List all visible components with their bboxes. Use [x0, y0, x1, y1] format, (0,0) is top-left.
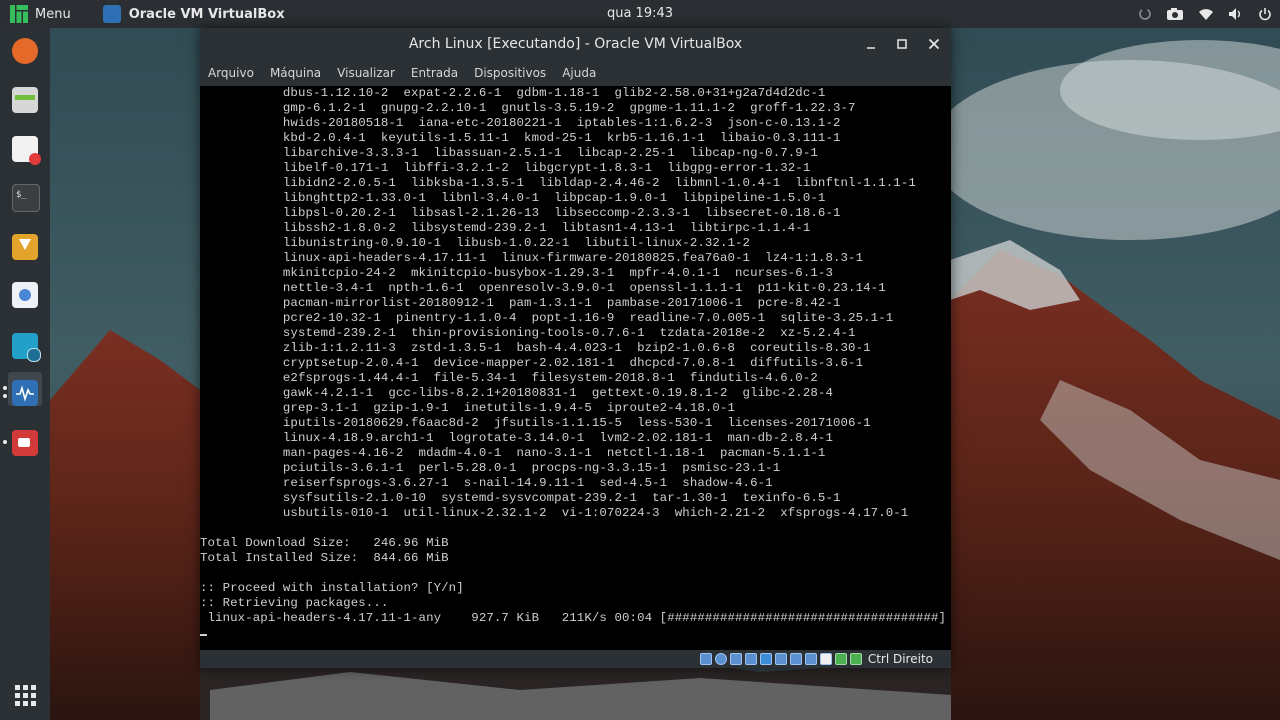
maximize-button[interactable]	[892, 34, 912, 54]
terminal-line: libpsl-0.20.2-1 libsasl-2.1.26-13 libsec…	[200, 206, 841, 220]
wifi-icon[interactable]	[1198, 7, 1214, 21]
terminal-line: libssh2-1.8.0-2 libsystemd-239.2-1 libta…	[200, 221, 811, 235]
volume-icon[interactable]	[1228, 7, 1244, 21]
host-key-label: Ctrl Direito	[867, 652, 933, 666]
hard-disk-icon[interactable]	[699, 653, 712, 665]
file-manager-icon[interactable]	[12, 87, 38, 113]
menu-visualizar[interactable]: Visualizar	[329, 66, 403, 80]
menu-label: Menu	[35, 6, 71, 22]
network-icon[interactable]	[744, 653, 757, 665]
text-editor-icon[interactable]	[12, 136, 41, 165]
terminal-icon[interactable]: $_	[12, 184, 40, 212]
audio-icon[interactable]	[729, 653, 742, 665]
manjaro-logo-icon	[10, 5, 28, 23]
terminal-line: reiserfsprogs-3.6.27-1 s-nail-14.9.11-1 …	[200, 476, 773, 490]
terminal-line: e2fsprogs-1.44.4-1 file-5.34-1 filesyste…	[200, 371, 818, 385]
taskbar-label: Oracle VM VirtualBox	[128, 6, 285, 22]
terminal-line: Total Download Size: 246.96 MiB	[200, 536, 449, 550]
terminal-line: cryptsetup-2.0.4-1 device-mapper-2.02.18…	[200, 356, 864, 370]
usb-icon[interactable]	[759, 653, 772, 665]
terminal-line: libunistring-0.9.10-1 libusb-1.0.22-1 li…	[200, 236, 751, 250]
maximize-icon	[897, 39, 907, 49]
running-indicator	[3, 394, 7, 398]
terminal-line: nettle-3.4-1 npth-1.6-1 openresolv-3.9.0…	[200, 281, 886, 295]
optical-drive-icon[interactable]	[714, 653, 727, 665]
video-capture-icon[interactable]	[804, 653, 817, 665]
top-panel: Menu Oracle VM VirtualBox qua 19:43	[0, 0, 1280, 28]
terminal-line: zlib-1:1.2.11-3 zstd-1.3.5-1 bash-4.4.02…	[200, 341, 871, 355]
system-tray	[1138, 0, 1272, 28]
display-icon[interactable]	[789, 653, 802, 665]
minimize-button[interactable]	[861, 34, 881, 54]
minimize-icon	[867, 47, 875, 49]
terminal-line: man-pages-4.16-2 mdadm-4.0-1 nano-3.1-1 …	[200, 446, 826, 460]
running-indicator	[3, 440, 7, 444]
terminal-line: sysfsutils-2.1.0-10 systemd-sysvcompat-2…	[200, 491, 841, 505]
screenshot-icon[interactable]	[12, 333, 41, 362]
terminal-line: linux-api-headers-4.17.11-1 linux-firmwa…	[200, 251, 864, 265]
terminal-line: pcre2-10.32-1 pinentry-1.1.0-4 popt-1.16…	[200, 311, 894, 325]
terminal-line: :: Proceed with installation? [Y/n]	[200, 581, 464, 595]
menu-dispositivos[interactable]: Dispositivos	[466, 66, 554, 80]
terminal-line: grep-3.1-1 gzip-1.9-1 inetutils-1.9.4-5 …	[200, 401, 736, 415]
terminal-line: linux-4.18.9.arch1-1 logrotate-3.14.0-1 …	[200, 431, 833, 445]
window-title: Arch Linux [Executando] - Oracle VM Virt…	[408, 36, 743, 52]
menu-maquina[interactable]: Máquina	[262, 66, 329, 80]
power-icon[interactable]	[1258, 7, 1272, 21]
menu-bar: Arquivo Máquina Visualizar Entrada Dispo…	[200, 60, 951, 86]
shared-folders-icon[interactable]	[774, 653, 787, 665]
screen-recorder-icon[interactable]	[12, 430, 38, 456]
terminal-line: gawk-4.2.1-1 gcc-libs-8.2.1+20180831-1 g…	[200, 386, 833, 400]
virtualbox-icon	[102, 5, 121, 23]
terminal-line: libnghttp2-1.33.0-1 libnl-3.4.0-1 libpca…	[200, 191, 826, 205]
terminal-line: libidn2-2.0.5-1 libksba-1.3.5-1 libldap-…	[200, 176, 916, 190]
camera-icon[interactable]	[1166, 7, 1184, 21]
virtualization-icon[interactable]	[819, 653, 832, 665]
terminal-line: hwids-20180518-1 iana-etc-20180221-1 ipt…	[200, 116, 841, 130]
taskbar-virtualbox[interactable]: Oracle VM VirtualBox	[102, 0, 285, 28]
terminal-line: gmp-6.1.2-1 gnupg-2.2.10-1 gnutls-3.5.19…	[200, 101, 856, 115]
sync-icon[interactable]	[1138, 7, 1152, 21]
terminal-line: linux-api-headers-4.17.11-1-any 927.7 Ki…	[200, 611, 951, 625]
menu-ajuda[interactable]: Ajuda	[554, 66, 604, 80]
terminal-line: :: Retrieving packages...	[200, 596, 389, 610]
terminal-output: dbus-1.12.10-2 expat-2.2.6-1 gdbm-1.18-1…	[200, 86, 951, 641]
keyboard-capture-icon[interactable]	[849, 653, 862, 665]
virtualbox-icon[interactable]	[12, 380, 38, 406]
pidgin-icon[interactable]	[12, 282, 38, 308]
terminal-line: kbd-2.0.4-1 keyutils-1.5.11-1 kmod-25-1 …	[200, 131, 841, 145]
close-icon	[928, 38, 940, 50]
terminal-cursor	[200, 634, 207, 636]
terminal-line: mkinitcpio-24-2 mkinitcpio-busybox-1.29.…	[200, 266, 833, 280]
terminal-line: systemd-239.2-1 thin-provisioning-tools-…	[200, 326, 856, 340]
terminal-line: usbutils-010-1 util-linux-2.32.1-2 vi-1:…	[200, 506, 909, 520]
terminal-line: Total Installed Size: 844.66 MiB	[200, 551, 449, 565]
downloader-icon[interactable]	[12, 234, 38, 260]
menu-button[interactable]: Menu	[0, 0, 81, 28]
app-grid-icon[interactable]	[15, 685, 36, 706]
running-indicator	[3, 386, 7, 390]
terminal-line: iputils-20180629.f6aac8d-2 jfsutils-1.1.…	[200, 416, 871, 430]
terminal-line: libelf-0.171-1 libffi-3.2.1-2 libgcrypt-…	[200, 161, 811, 175]
terminal-line: pciutils-3.6.1-1 perl-5.28.0-1 procps-ng…	[200, 461, 781, 475]
dock: $_	[0, 28, 50, 720]
menu-arquivo[interactable]: Arquivo	[200, 66, 262, 80]
menu-entrada[interactable]: Entrada	[403, 66, 466, 80]
clock[interactable]: qua 19:43	[607, 6, 673, 21]
status-bar: Ctrl Direito	[200, 650, 951, 668]
virtualbox-window: Arch Linux [Executando] - Oracle VM Virt…	[200, 28, 951, 668]
terminal-line: dbus-1.12.10-2 expat-2.2.6-1 gdbm-1.18-1…	[200, 86, 826, 100]
mouse-integration-icon[interactable]	[834, 653, 847, 665]
terminal-line: pacman-mirrorlist-20180912-1 pam-1.3.1-1…	[200, 296, 841, 310]
terminal-line: libarchive-3.3.3-1 libassuan-2.5.1-1 lib…	[200, 146, 818, 160]
title-bar[interactable]: Arch Linux [Executando] - Oracle VM Virt…	[200, 28, 951, 60]
firefox-icon[interactable]	[12, 38, 38, 64]
vm-display[interactable]: dbus-1.12.10-2 expat-2.2.6-1 gdbm-1.18-1…	[200, 86, 951, 650]
close-button[interactable]	[924, 34, 944, 54]
